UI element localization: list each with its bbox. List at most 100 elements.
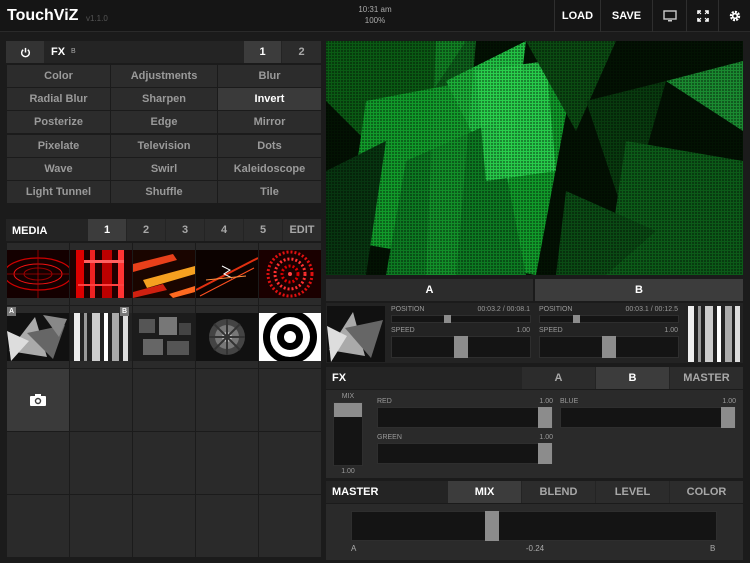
deck-a-thumbnail (327, 306, 385, 362)
deck-b-speed-knob[interactable] (602, 336, 616, 358)
media-clip-9[interactable] (196, 313, 258, 361)
fx-effect-mirror[interactable]: Mirror (218, 111, 321, 133)
media-tab-3[interactable]: 3 (166, 219, 204, 241)
green-knob[interactable] (538, 443, 552, 464)
fx-effect-invert[interactable]: Invert (218, 88, 321, 110)
green-slider[interactable] (377, 443, 553, 464)
media-clip-2[interactable] (70, 250, 132, 298)
fx-effect-kaleidoscope[interactable]: Kaleidoscope (218, 158, 321, 180)
master-tab-blend[interactable]: BLEND (522, 481, 595, 503)
media-title: MEDIA (12, 225, 48, 237)
deck-b-badge: B (120, 307, 129, 316)
media-slot[interactable] (196, 432, 258, 494)
deck-b-header[interactable]: B (535, 279, 743, 301)
fx-mix-knob[interactable] (334, 403, 362, 417)
gear-icon (729, 10, 740, 22)
fx-effect-edge[interactable]: Edge (111, 111, 217, 133)
fx-effect-adjustments[interactable]: Adjustments (111, 65, 217, 87)
media-tab-2[interactable]: 2 (127, 219, 165, 241)
media-slot[interactable] (133, 369, 195, 431)
clip-thumbnail (7, 315, 67, 361)
media-slot[interactable] (196, 495, 258, 557)
fx-page-1[interactable]: 1 (244, 41, 281, 63)
fx-effect-tile[interactable]: Tile (218, 181, 321, 203)
fx-effect-shuffle[interactable]: Shuffle (111, 181, 217, 203)
deck-a-position-knob[interactable] (444, 315, 452, 323)
media-slot[interactable] (133, 432, 195, 494)
media-clip-1[interactable] (7, 250, 69, 298)
media-slot[interactable] (133, 495, 195, 557)
settings-button[interactable] (718, 0, 750, 32)
media-clip-5[interactable] (259, 250, 321, 298)
fx-mix-title: FX (332, 372, 347, 384)
crossfader-slider[interactable] (351, 511, 717, 541)
media-tab-5[interactable]: 5 (244, 219, 282, 241)
fx-page-2[interactable]: 2 (282, 41, 321, 63)
fullscreen-icon (696, 10, 709, 22)
deck-b-speed-value: 1.00 (664, 327, 678, 334)
red-slider[interactable] (377, 407, 553, 428)
app-version: v1.1.0 (86, 14, 108, 23)
monitor-button[interactable] (652, 0, 686, 32)
fx-power-button[interactable] (6, 41, 44, 63)
deck-b-speed-label: SPEED (539, 327, 563, 334)
deck-a-speed-knob[interactable] (454, 336, 468, 358)
media-slot[interactable] (70, 369, 132, 431)
camera-button[interactable] (7, 369, 69, 431)
media-slot[interactable] (259, 369, 321, 431)
red-knob[interactable] (538, 407, 552, 428)
deck-a-badge: A (7, 307, 16, 316)
fx-effect-color[interactable]: Color (7, 65, 110, 87)
clip-thumbnail (74, 313, 128, 361)
fx-effect-television[interactable]: Television (111, 135, 217, 157)
camera-icon (30, 394, 46, 406)
media-tab-1[interactable]: 1 (88, 219, 126, 241)
master-tab-mix[interactable]: MIX (448, 481, 521, 503)
save-button[interactable]: SAVE (600, 0, 652, 32)
media-tab-4[interactable]: 4 (205, 219, 243, 241)
clip-thumbnail (266, 250, 314, 298)
fx-mix-tab-a[interactable]: A (522, 367, 595, 389)
media-clip-3[interactable] (133, 250, 195, 298)
fullscreen-button[interactable] (686, 0, 718, 32)
media-clip-10[interactable] (259, 313, 321, 361)
deck-b-position-slider[interactable] (539, 315, 679, 323)
fx-effect-wave[interactable]: Wave (7, 158, 110, 180)
fx-mix-tab-b[interactable]: B (596, 367, 669, 389)
media-slot[interactable] (70, 432, 132, 494)
media-clip-7[interactable] (70, 313, 132, 361)
fx-effect-blur[interactable]: Blur (218, 65, 321, 87)
media-slot[interactable] (7, 432, 69, 494)
fx-effect-radial-blur[interactable]: Radial Blur (7, 88, 110, 110)
crossfader-value: -0.24 (525, 544, 545, 553)
fx-effect-dots[interactable]: Dots (218, 135, 321, 157)
fx-mix-tab-master[interactable]: MASTER (670, 367, 743, 389)
load-button[interactable]: LOAD (554, 0, 600, 32)
master-tab-color[interactable]: COLOR (670, 481, 743, 503)
fx-effect-sharpen[interactable]: Sharpen (111, 88, 217, 110)
video-preview[interactable] (326, 41, 743, 275)
blue-label: BLUE (560, 398, 579, 405)
deck-a-position-slider[interactable] (391, 315, 531, 323)
media-slot[interactable] (259, 495, 321, 557)
blue-slider[interactable] (560, 407, 736, 428)
fx-effect-light-tunnel[interactable]: Light Tunnel (7, 181, 110, 203)
media-clip-8[interactable] (133, 313, 195, 361)
media-clip-6[interactable] (7, 313, 69, 361)
blue-knob[interactable] (721, 407, 735, 428)
fx-effect-swirl[interactable]: Swirl (111, 158, 217, 180)
crossfader-knob[interactable] (485, 511, 499, 541)
media-slot[interactable] (259, 432, 321, 494)
deck-a-header[interactable]: A (326, 279, 533, 301)
fx-target-label: B (71, 48, 76, 55)
media-slot[interactable] (70, 495, 132, 557)
fx-effect-pixelate[interactable]: Pixelate (7, 135, 110, 157)
battery: 100% (364, 16, 386, 25)
media-clip-4[interactable] (196, 250, 258, 298)
master-tab-level[interactable]: LEVEL (596, 481, 669, 503)
deck-b-position-knob[interactable] (572, 315, 580, 323)
media-slot[interactable] (7, 495, 69, 557)
fx-effect-posterize[interactable]: Posterize (7, 111, 110, 133)
media-slot[interactable] (196, 369, 258, 431)
media-edit-button[interactable]: EDIT (283, 219, 321, 241)
